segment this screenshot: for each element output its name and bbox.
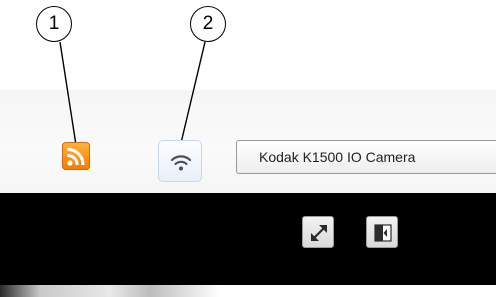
split-view-button[interactable]	[366, 216, 398, 248]
wifi-connection-button[interactable]	[158, 140, 202, 182]
camera-viewer-page: 1 2 Kodak K1500 IO Camera	[0, 0, 496, 297]
video-preview-strip	[0, 285, 496, 297]
fullscreen-button[interactable]	[302, 216, 334, 248]
wifi-icon	[170, 155, 192, 171]
callout-1: 1	[36, 6, 72, 42]
rss-feed-icon[interactable]	[62, 142, 90, 170]
split-panel-icon	[374, 224, 392, 242]
expand-arrows-icon	[311, 225, 327, 241]
callout-2: 2	[190, 6, 226, 42]
camera-selector[interactable]: Kodak K1500 IO Camera	[236, 140, 496, 174]
video-panel	[0, 193, 496, 285]
